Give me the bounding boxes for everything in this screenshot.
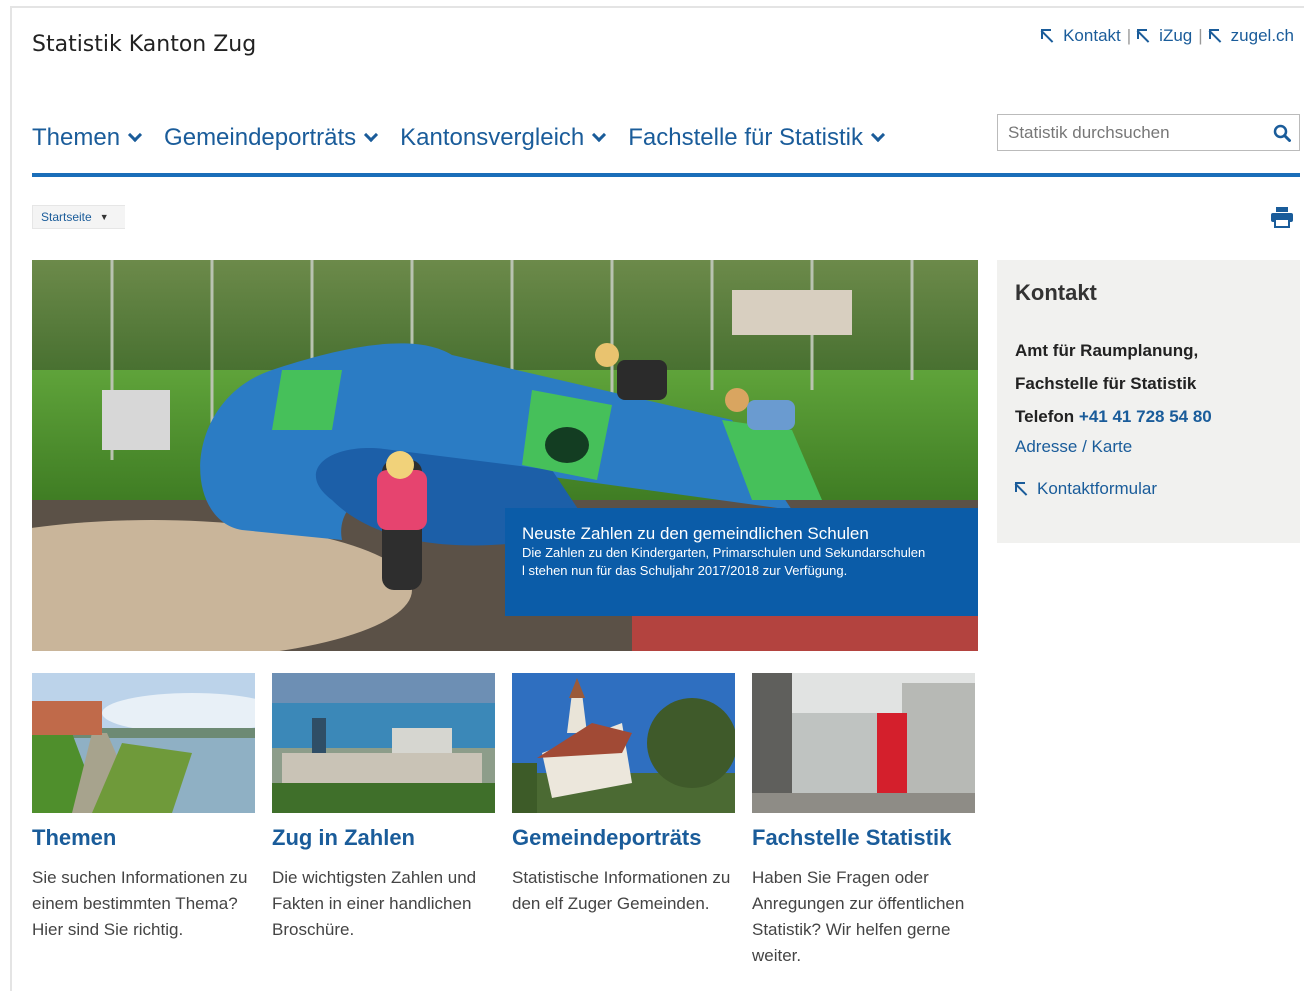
tile-description: Statistische Informationen zu den elf Zu… [512,868,731,913]
search-box [997,114,1300,151]
hero-headline: Neuste Zahlen zu den gemeindlichen Schul… [522,524,869,543]
external-arrow-icon [1137,29,1151,43]
nav-item-kantonsvergleich[interactable]: Kantonsvergleich [400,124,607,152]
tile-description: Sie suchen Informationen zu einem bestim… [32,868,248,939]
tile-image-building[interactable] [752,673,975,813]
contact-org-line2: Fachstelle für Statistik [1015,374,1197,393]
phone-label: Telefon [1015,407,1075,426]
tile-title[interactable]: Gemeindeporträts [512,825,735,851]
site-title[interactable]: Statistik Kanton Zug [32,32,256,57]
chevron-down-icon [127,127,143,143]
contact-box: Kontakt Amt für Raumplanung, Fachstelle … [997,260,1300,543]
tile-themen[interactable]: Themen Sie suchen Informationen zu einem… [32,673,255,943]
top-link-zugel[interactable]: zugel.ch [1208,26,1294,46]
main-nav: Themen Gemeindeporträts Kantonsvergleich… [32,124,907,152]
top-link-izug[interactable]: iZug [1137,26,1192,46]
external-arrow-icon [1041,29,1055,43]
contact-title: Kontakt [1015,280,1097,305]
tile-image-city[interactable] [272,673,495,813]
search-input[interactable] [998,122,1258,143]
separator: | [1198,26,1203,45]
tile-fachstelle-statistik[interactable]: Fachstelle Statistik Haben Sie Fragen od… [752,673,975,969]
external-arrow-icon [1208,29,1223,43]
tile-title[interactable]: Zug in Zahlen [272,825,495,851]
chevron-down-icon [592,127,607,143]
nav-item-fachstelle[interactable]: Fachstelle für Statistik [628,124,886,152]
tile-title[interactable]: Themen [32,825,255,851]
separator: | [1126,26,1132,45]
hero-text-2: l stehen nun für das Schuljahr 2017/2018… [522,563,848,578]
tile-image-church[interactable] [512,673,735,813]
contact-phone: Telefon +41 41 728 54 80 [1015,400,1282,433]
hero-caption[interactable]: Neuste Zahlen zu den gemeindlichen Schul… [505,508,978,616]
address-map-link[interactable]: Adresse / Karte [1015,437,1282,457]
phone-number-link[interactable]: +41 41 728 54 80 [1079,407,1212,426]
print-icon[interactable] [1270,206,1294,228]
nav-item-gemeindeportraets[interactable]: Gemeindeporträts [164,124,379,152]
nav-item-themen[interactable]: Themen [32,124,143,152]
search-icon[interactable] [1273,124,1291,142]
tile-title[interactable]: Fachstelle Statistik [752,825,975,851]
breadcrumb-home[interactable]: Startseite [41,210,92,224]
hero-text: Die Zahlen zu den Kindergarten, Primarsc… [522,545,926,560]
tile-zug-in-zahlen[interactable]: Zug in Zahlen Die wichtigsten Zahlen und… [272,673,495,943]
tile-image-lake[interactable] [32,673,255,813]
top-link-kontakt[interactable]: Kontakt [1041,26,1121,46]
hero-banner[interactable]: Neuste Zahlen zu den gemeindlichen Schul… [32,260,978,651]
breadcrumb[interactable]: Startseite ▼ [32,205,125,229]
caret-down-icon[interactable]: ▼ [100,212,109,222]
tile-description: Die wichtigsten Zahlen und Fakten in ein… [272,868,477,939]
contact-form-link[interactable]: Kontaktformular [1015,479,1282,499]
tile-description: Haben Sie Fragen oder Anregungen zur öff… [752,868,965,965]
top-links: Kontakt | iZug | zugel.ch [1041,26,1294,46]
external-arrow-icon [1015,482,1029,496]
contact-org-line1: Amt für Raumplanung, [1015,341,1199,360]
chevron-down-icon [364,127,379,143]
tile-gemeindeportraets[interactable]: Gemeindeporträts Statistische Informatio… [512,673,735,917]
chevron-down-icon [870,127,886,143]
nav-divider [32,173,1300,177]
